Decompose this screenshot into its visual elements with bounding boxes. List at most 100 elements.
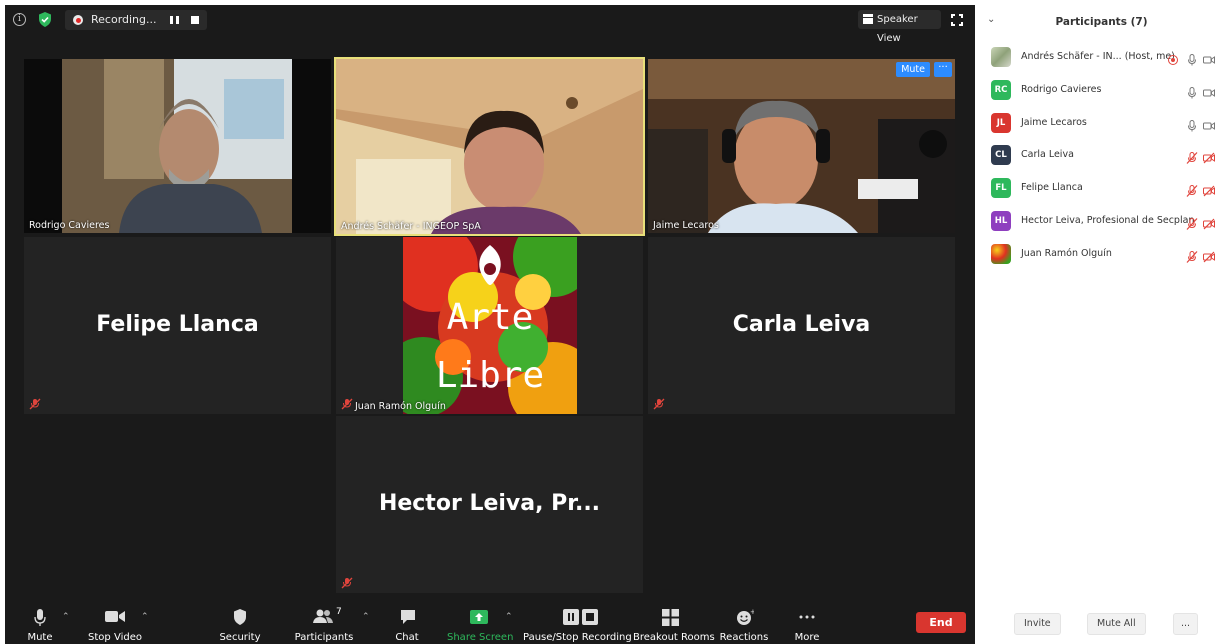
video-tile-hector[interactable]: Hector Leiva, Pr...: [336, 416, 643, 593]
more-options-button[interactable]: ···: [934, 62, 952, 77]
more-button[interactable]: More: [787, 604, 827, 644]
fullscreen-icon[interactable]: [951, 14, 963, 26]
participant-row[interactable]: Andrés Schäfer - IN... (Host, me): [975, 45, 1228, 69]
view-grid-icon: [863, 14, 873, 24]
participant-name-label: Rodrigo Cavieres: [29, 220, 110, 231]
share-screen-label: Share Screen: [447, 632, 514, 643]
audio-options-caret-icon[interactable]: ⌃: [62, 612, 70, 622]
security-button[interactable]: Security: [215, 604, 265, 644]
video-off-icon[interactable]: [1203, 182, 1215, 197]
chat-button[interactable]: Chat: [390, 604, 424, 644]
pause-stop-recording-button[interactable]: Pause/Stop Recording: [523, 604, 632, 644]
participant-video: [648, 59, 955, 233]
video-options-caret-icon[interactable]: ⌃: [141, 612, 149, 622]
video-off-icon[interactable]: [1203, 248, 1215, 263]
participant-avatar: CL: [991, 145, 1011, 165]
share-screen-button[interactable]: Share Screen: [447, 604, 514, 644]
video-tile-carla[interactable]: Carla Leiva: [648, 237, 955, 414]
microphone-icon: [34, 609, 46, 626]
pause-recording-icon[interactable]: [170, 16, 179, 24]
recording-indicator: Recording...: [65, 10, 207, 30]
video-tile-felipe[interactable]: Felipe Llanca: [24, 237, 331, 414]
invite-button[interactable]: Invite: [1014, 613, 1061, 635]
video-camera-icon[interactable]: [1203, 84, 1215, 97]
participant-video: [336, 59, 643, 234]
video-camera-icon[interactable]: [1203, 117, 1215, 130]
participant-name: Jaime Lecaros: [1021, 117, 1087, 128]
participant-row[interactable]: CL Carla Leiva: [975, 143, 1228, 167]
arte-libre-profile-image: Arte Libre: [403, 237, 577, 414]
meeting-window: i Recording... Speaker View Rodrigo Cavi…: [5, 5, 975, 644]
breakout-rooms-icon: [662, 609, 679, 626]
participants-panel: ⌄ Participants (7) Andrés Schäfer - IN..…: [975, 0, 1228, 644]
microphone-icon[interactable]: [1186, 117, 1198, 132]
microphone-icon[interactable]: [1186, 51, 1198, 66]
video-tile-andres-active-speaker[interactable]: Andrés Schäfer - INGEOP SpA: [334, 57, 645, 236]
speaker-view-label: Speaker View: [877, 14, 918, 44]
participant-video: [24, 59, 331, 233]
reactions-smiley-icon: +: [737, 609, 754, 625]
recording-label: Recording...: [91, 13, 157, 26]
breakout-rooms-label: Breakout Rooms: [633, 632, 715, 643]
participants-button[interactable]: 7 Participants: [293, 604, 355, 644]
video-tile-juan[interactable]: Arte Libre Juan Ramón Olguín: [336, 237, 643, 414]
participant-name-label: Jaime Lecaros: [653, 220, 719, 231]
video-tile-jaime[interactable]: Mute ··· Jaime Lecaros: [648, 59, 955, 233]
participants-icon: [313, 609, 333, 623]
info-icon[interactable]: i: [13, 13, 26, 26]
stop-video-button[interactable]: Stop Video: [85, 604, 145, 644]
participants-options-caret-icon[interactable]: ⌃: [362, 612, 370, 622]
reactions-button[interactable]: + Reactions: [719, 604, 769, 644]
end-meeting-button[interactable]: End: [916, 612, 966, 633]
stop-recording-icon[interactable]: [191, 16, 199, 24]
more-options-button[interactable]: ...: [1173, 613, 1199, 635]
participant-avatar: RC: [991, 80, 1011, 100]
video-camera-icon[interactable]: [1203, 51, 1215, 64]
participant-name: Juan Ramón Olguín: [1021, 248, 1112, 259]
participant-avatar: [991, 47, 1011, 67]
pause-stop-recording-icon: [563, 609, 598, 625]
participant-row[interactable]: RC Rodrigo Cavieres: [975, 78, 1228, 102]
security-shield-icon: [234, 609, 246, 625]
svg-text:+: +: [750, 609, 754, 616]
participant-name: Carla Leiva: [1021, 149, 1074, 160]
participant-name: Andrés Schäfer - IN... (Host, me): [1021, 51, 1175, 62]
muted-mic-icon[interactable]: [1186, 149, 1198, 164]
video-off-icon[interactable]: [1203, 215, 1215, 230]
participant-avatar: [991, 244, 1011, 264]
breakout-rooms-button[interactable]: Breakout Rooms: [633, 604, 715, 644]
muted-mic-icon: [29, 398, 41, 410]
muted-mic-icon[interactable]: [1186, 215, 1198, 230]
participant-row[interactable]: HL Hector Leiva, Profesional de Secplan: [975, 209, 1228, 233]
participant-avatar: JL: [991, 113, 1011, 133]
muted-mic-icon[interactable]: [1186, 182, 1198, 197]
participants-panel-title: Participants (7): [1055, 16, 1148, 28]
participant-name: Hector Leiva, Profesional de Secplan: [1021, 215, 1195, 226]
participant-name-label: Andrés Schäfer - INGEOP SpA: [341, 221, 481, 232]
participant-display-name: Carla Leiva: [732, 312, 871, 337]
security-shield-icon[interactable]: [38, 12, 52, 27]
mute-button[interactable]: Mute: [15, 604, 65, 644]
participants-count: 7: [336, 607, 342, 617]
mute-all-button[interactable]: Mute All: [1087, 613, 1146, 635]
recording-indicator-icon: [1167, 51, 1179, 65]
participant-display-name: Felipe Llanca: [96, 312, 259, 337]
recording-dot-icon: [73, 15, 83, 25]
video-camera-icon: [105, 611, 125, 622]
muted-mic-icon[interactable]: [1186, 248, 1198, 263]
reactions-label: Reactions: [719, 632, 769, 643]
muted-mic-icon: [341, 398, 353, 410]
participant-row[interactable]: FL Felipe Llanca: [975, 176, 1228, 200]
participants-label: Participants: [294, 632, 354, 643]
mute-participant-button[interactable]: Mute: [896, 62, 930, 77]
meeting-toolbar: Mute ⌃ Stop Video ⌃ Security 7 Participa…: [5, 604, 975, 644]
share-options-caret-icon[interactable]: ⌃: [505, 612, 513, 622]
speaker-view-button[interactable]: Speaker View: [858, 10, 941, 44]
meeting-top-bar: i Recording... Speaker View: [5, 5, 975, 44]
participant-row[interactable]: Juan Ramón Olguín: [975, 242, 1228, 266]
security-label: Security: [219, 632, 261, 643]
participant-row[interactable]: JL Jaime Lecaros: [975, 111, 1228, 135]
video-off-icon[interactable]: [1203, 149, 1215, 164]
microphone-icon[interactable]: [1186, 84, 1198, 99]
video-tile-rodrigo[interactable]: Rodrigo Cavieres: [24, 59, 331, 233]
